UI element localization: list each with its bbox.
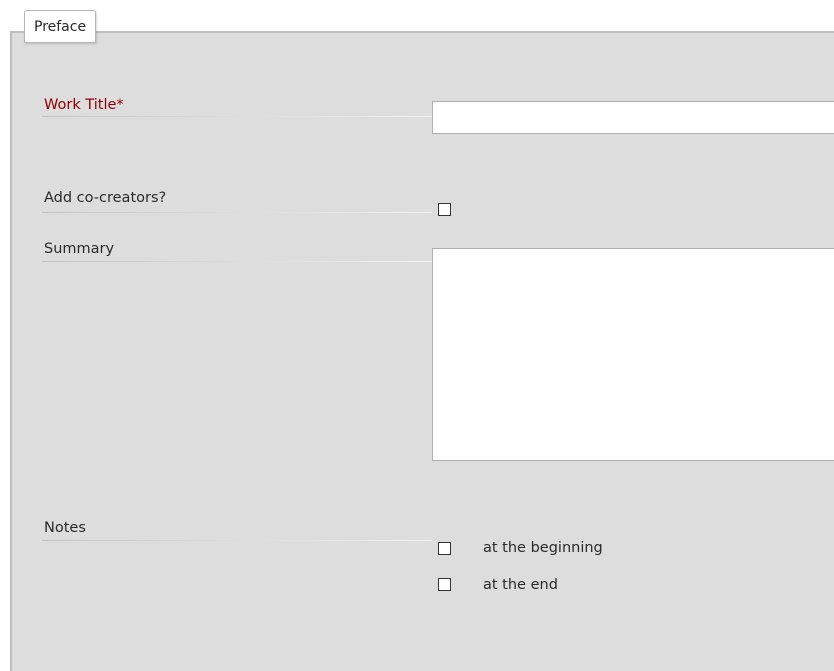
co-creators-checkbox[interactable] — [438, 203, 451, 216]
notes-end-label[interactable]: at the end — [483, 577, 558, 593]
notes-divider — [42, 540, 432, 541]
summary-divider — [42, 261, 432, 262]
notes-label: Notes — [44, 520, 86, 536]
notes-beginning-checkbox[interactable] — [438, 542, 451, 555]
work-title-label: Work Title* — [44, 97, 124, 113]
fieldset-legend: Preface — [24, 10, 97, 43]
notes-beginning-label[interactable]: at the beginning — [483, 540, 603, 556]
work-title-input[interactable] — [432, 101, 834, 134]
work-title-divider — [42, 116, 432, 117]
summary-textarea[interactable] — [432, 248, 834, 461]
co-creators-divider — [42, 212, 432, 213]
summary-label: Summary — [44, 241, 115, 257]
co-creators-label: Add co-creators? — [44, 190, 167, 206]
notes-end-checkbox[interactable] — [438, 578, 451, 591]
